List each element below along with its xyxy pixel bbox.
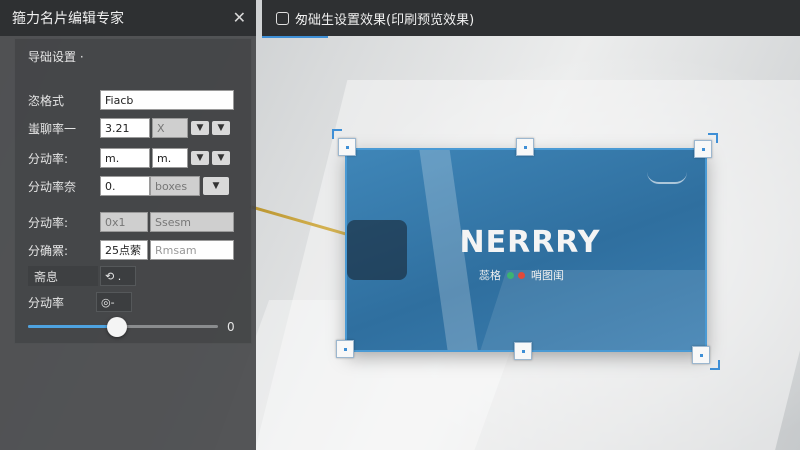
info-row: 斋息 ⟲ . bbox=[28, 266, 136, 286]
rate-input-4b[interactable]: Ssesm bbox=[150, 212, 234, 232]
corner-marker-top-right bbox=[708, 133, 718, 143]
preview-icon bbox=[276, 11, 289, 25]
chevron-down-icon[interactable]: ▼ bbox=[191, 151, 209, 165]
opacity-slider-fill bbox=[28, 325, 118, 328]
resize-handle-bottom[interactable] bbox=[514, 342, 532, 360]
business-card-preview[interactable]: NERRRY 蕊格 哨图闺 bbox=[347, 150, 705, 350]
tab-underline bbox=[262, 36, 328, 38]
card-logo-text: NERRRY bbox=[459, 225, 601, 260]
opacity-slider-value: 0 bbox=[227, 320, 235, 334]
settings-header: 箍力名片编辑专家 ✕ bbox=[0, 0, 256, 36]
chevron-down-icon[interactable]: ▼ bbox=[203, 177, 229, 195]
rate-row-1: 蚩聊率一 3.21 X ▼ ▼ bbox=[28, 118, 230, 138]
rate-label-2: 分动率: bbox=[28, 151, 69, 166]
format-input[interactable]: Fiacb bbox=[100, 90, 234, 110]
preview-title[interactable]: 匆础生设置效果(印刷预览效果) bbox=[295, 9, 474, 28]
close-icon[interactable]: ✕ bbox=[233, 10, 246, 26]
resize-handle-top-left[interactable] bbox=[338, 138, 356, 156]
card-subtitle-left: 蕊格 bbox=[479, 269, 501, 282]
size-input[interactable]: 25点萦 bbox=[100, 240, 148, 260]
size-row: 分确罴: 25点萦 Rmsam bbox=[28, 240, 234, 260]
format-label: 恣格式 bbox=[28, 93, 65, 108]
resize-handle-bottom-right[interactable] bbox=[692, 346, 710, 364]
card-decor-wave bbox=[647, 158, 687, 184]
rate-toggle-button[interactable]: ◎- bbox=[96, 292, 132, 312]
chevron-down-icon[interactable]: ▼ bbox=[212, 151, 230, 165]
rate-input-4[interactable]: 0x1 bbox=[100, 212, 148, 232]
rate-input-3b[interactable]: boxes bbox=[150, 176, 200, 196]
resize-handle-bottom-left[interactable] bbox=[336, 340, 354, 358]
preview-header: 匆础生设置效果(印刷预览效果) bbox=[262, 0, 800, 36]
card-decor-block bbox=[347, 220, 407, 280]
red-dot-icon bbox=[518, 271, 525, 279]
rate-unit-1[interactable]: X bbox=[152, 118, 188, 138]
green-dot-icon bbox=[507, 271, 514, 279]
rate-label-4: 分动率: bbox=[28, 215, 69, 230]
resize-handle-top[interactable] bbox=[516, 138, 534, 156]
rate-input-2[interactable]: m. bbox=[100, 148, 150, 168]
corner-marker-bottom-right bbox=[710, 360, 720, 370]
rate-label-1: 蚩聊率一 bbox=[28, 121, 77, 136]
rate-label-3: 分动率奈 bbox=[28, 179, 77, 194]
rate-row-3: 分动率奈 0. boxes ▼ bbox=[28, 176, 229, 196]
card-subtitle: 蕊格 哨图闺 bbox=[479, 267, 564, 283]
corner-marker-top-left bbox=[332, 129, 342, 139]
section-title: 导础设置 · bbox=[28, 50, 84, 64]
rate-row-4: 分动率: 0x1 Ssesm bbox=[28, 212, 234, 232]
format-row: 恣格式 Fiacb bbox=[28, 90, 234, 110]
info-label: 斋息 bbox=[28, 266, 98, 286]
rate-label-5: 分动率 bbox=[28, 295, 65, 310]
rate-input-1[interactable]: 3.21 bbox=[100, 118, 150, 138]
size-label: 分确罴: bbox=[28, 243, 69, 258]
app-title: 箍力名片编辑专家 bbox=[12, 11, 124, 27]
rate-row-5: 分动率 ◎- bbox=[28, 292, 132, 312]
rate-row-2: 分动率: m. m. ▼ ▼ bbox=[28, 148, 230, 168]
card-subtitle-right: 哨图闺 bbox=[531, 269, 564, 282]
chevron-down-icon[interactable]: ▼ bbox=[212, 121, 230, 135]
rate-input-3[interactable]: 0. bbox=[100, 176, 150, 196]
rate-input-2b[interactable]: m. bbox=[152, 148, 188, 168]
size-input-b[interactable]: Rmsam bbox=[150, 240, 234, 260]
info-rotate-button[interactable]: ⟲ . bbox=[100, 266, 136, 286]
chevron-down-icon[interactable]: ▼ bbox=[191, 121, 209, 135]
